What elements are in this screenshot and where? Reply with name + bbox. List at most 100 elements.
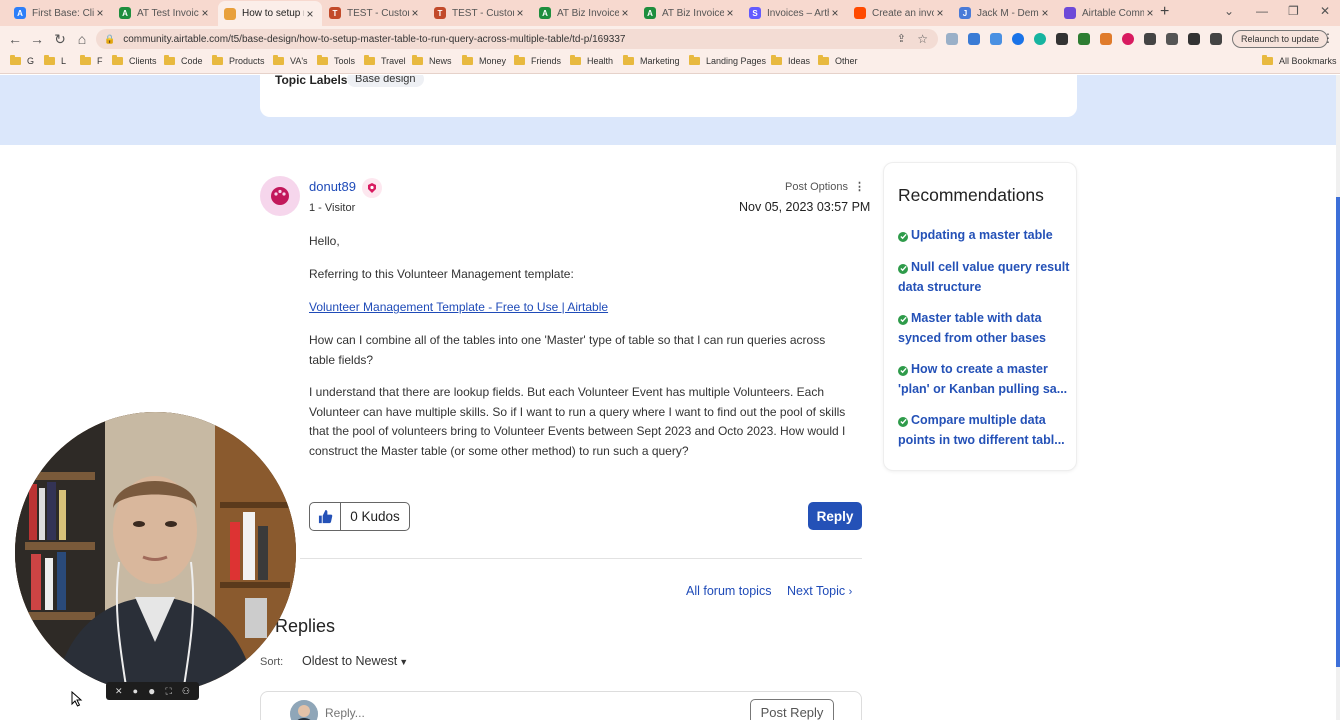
next-topic-link[interactable]: Next Topic › [787,584,852,598]
post-options-menu[interactable]: Post Options ⋮ [785,180,865,193]
close-tab-icon[interactable]: × [1039,6,1051,20]
browser-tab[interactable]: Create an invo × [848,2,952,24]
url-field[interactable]: 🔒 community.airtable.com/t5/base-design/… [96,29,938,49]
browser-tab[interactable]: How to setup m× [218,1,322,26]
folder-icon [112,55,123,65]
bookmark-folder[interactable]: Money [462,55,506,66]
extension-icon[interactable] [1166,33,1178,45]
bookmark-label: Tools [334,56,356,66]
post-reply-button[interactable]: Post Reply [750,699,834,720]
browser-tab[interactable]: A AT Test Invoice × [113,2,217,24]
reply-button[interactable]: Reply [808,502,862,530]
recommendation-link[interactable]: Compare multiple data points in two diff… [898,410,1070,450]
bookmark-folder[interactable]: VA's [273,55,308,66]
relaunch-button[interactable]: Relaunch to update [1232,30,1329,48]
browser-tab[interactable]: J Jack M - Demo × [953,2,1057,24]
forward-icon[interactable]: → [28,31,46,47]
fullscreen-icon[interactable]: ⛶ [165,686,171,697]
close-icon[interactable]: ✕ [115,686,123,697]
bookmark-folder[interactable]: Ideas [771,55,810,66]
all-forum-topics-link[interactable]: All forum topics [686,584,771,598]
person-icon[interactable]: ⚇ [182,686,190,697]
bookmark-folder[interactable]: G [10,55,34,66]
browser-tab[interactable]: A AT Biz Invoice × [533,2,637,24]
bookmark-folder[interactable]: Marketing [623,55,680,66]
bookmark-folder[interactable]: Products [212,55,265,66]
share-icon[interactable]: ⇪ [897,32,906,45]
topic-label-pill[interactable]: Base design [347,75,424,87]
bookmark-folder[interactable]: L [44,55,66,66]
reply-input[interactable] [325,706,705,720]
bookmark-folder[interactable]: Clients [112,55,157,66]
dot-large-icon[interactable]: ● [148,684,155,698]
tab-title: TEST - Custom [452,7,514,19]
airtable-icon: A [14,7,26,19]
browser-tab[interactable]: A First Base: Clie × [8,2,112,24]
bookmark-folder[interactable]: Travel [364,55,406,66]
post-date: Nov 05, 2023 03:57 PM [739,200,871,214]
extension-icon[interactable] [946,33,958,45]
close-tab-icon[interactable]: × [94,6,106,20]
bookmark-folder[interactable]: News [412,55,452,66]
new-tab-button[interactable]: + [1160,3,1169,21]
extension-icon[interactable] [1078,33,1090,45]
kudos-thumb-button[interactable] [310,503,341,530]
post-intro: Referring to this Volunteer Management t… [309,267,574,281]
scrollbar-thumb[interactable] [1336,197,1340,667]
browser-tab[interactable]: T TEST - Custom × [323,2,427,24]
bookmark-folder[interactable]: Code [164,55,203,66]
close-tab-icon[interactable]: × [304,7,316,21]
dot-small-icon[interactable]: ● [133,686,138,696]
tab-search-chevron-icon[interactable]: ⌄ [1224,4,1234,18]
bookmark-folder[interactable]: Friends [514,55,561,66]
pen-icon[interactable] [1144,33,1156,45]
author-avatar[interactable] [260,176,300,216]
webcam-video[interactable] [15,412,296,693]
close-tab-icon[interactable]: × [829,6,841,20]
browser-tab[interactable]: A AT Biz Invoice × [638,2,742,24]
bookmark-folder[interactable]: F [80,55,103,66]
recommendation-link[interactable]: How to create a master 'plan' or Kanban … [898,359,1070,399]
close-window-icon[interactable]: ✕ [1320,4,1330,18]
template-link[interactable]: Volunteer Management Template - Free to … [309,300,608,314]
recommendation-link[interactable]: Null cell value query result data struct… [898,257,1070,297]
home-icon[interactable]: ⌂ [73,31,91,47]
close-tab-icon[interactable]: × [409,6,421,20]
author-name[interactable]: donut89 [309,179,356,194]
bookmark-folder[interactable]: Landing Pages [689,55,766,66]
back-icon[interactable]: ← [6,31,24,47]
bookmark-folder[interactable]: Tools [317,55,356,66]
close-tab-icon[interactable]: × [514,6,526,20]
maximize-icon[interactable]: ❐ [1288,4,1299,18]
reload-icon[interactable]: ↻ [51,31,69,48]
folder-icon [212,55,223,65]
browser-tab[interactable]: S Invoices – Arth × [743,2,847,24]
browser-menu-icon[interactable]: ⋮ [1322,31,1334,45]
bookmark-folder[interactable]: Other [818,55,858,66]
extension-icon[interactable] [1034,33,1046,45]
browser-tab[interactable]: T TEST - Custom × [428,2,532,24]
browser-tab[interactable]: Airtable Comm × [1058,2,1162,24]
recommendation-link[interactable]: Updating a master table [898,225,1070,245]
recommendation-link[interactable]: Master table with data synced from other… [898,308,1070,348]
extension-icon[interactable] [1056,33,1068,45]
extension-icon[interactable] [1122,33,1134,45]
close-tab-icon[interactable]: × [934,6,946,20]
puzzle-icon[interactable] [1188,33,1200,45]
bookmark-star-icon[interactable]: ☆ [917,32,928,46]
extension-icon[interactable] [990,33,1002,45]
extension-icon[interactable] [968,33,980,45]
profile-icon[interactable] [1210,33,1222,45]
sort-dropdown[interactable]: Oldest to Newest ▼ [302,654,408,668]
metamask-icon[interactable] [1100,33,1112,45]
bookmark-folder[interactable]: Health [570,55,613,66]
close-tab-icon[interactable]: × [1144,6,1156,20]
minimize-icon[interactable]: — [1256,4,1268,18]
folder-icon [273,55,284,65]
extension-icon[interactable] [1012,33,1024,45]
tab-title: AT Test Invoice [137,7,199,19]
close-tab-icon[interactable]: × [619,6,631,20]
all-bookmarks[interactable]: All Bookmarks [1262,55,1337,66]
close-tab-icon[interactable]: × [199,6,211,20]
close-tab-icon[interactable]: × [724,6,736,20]
